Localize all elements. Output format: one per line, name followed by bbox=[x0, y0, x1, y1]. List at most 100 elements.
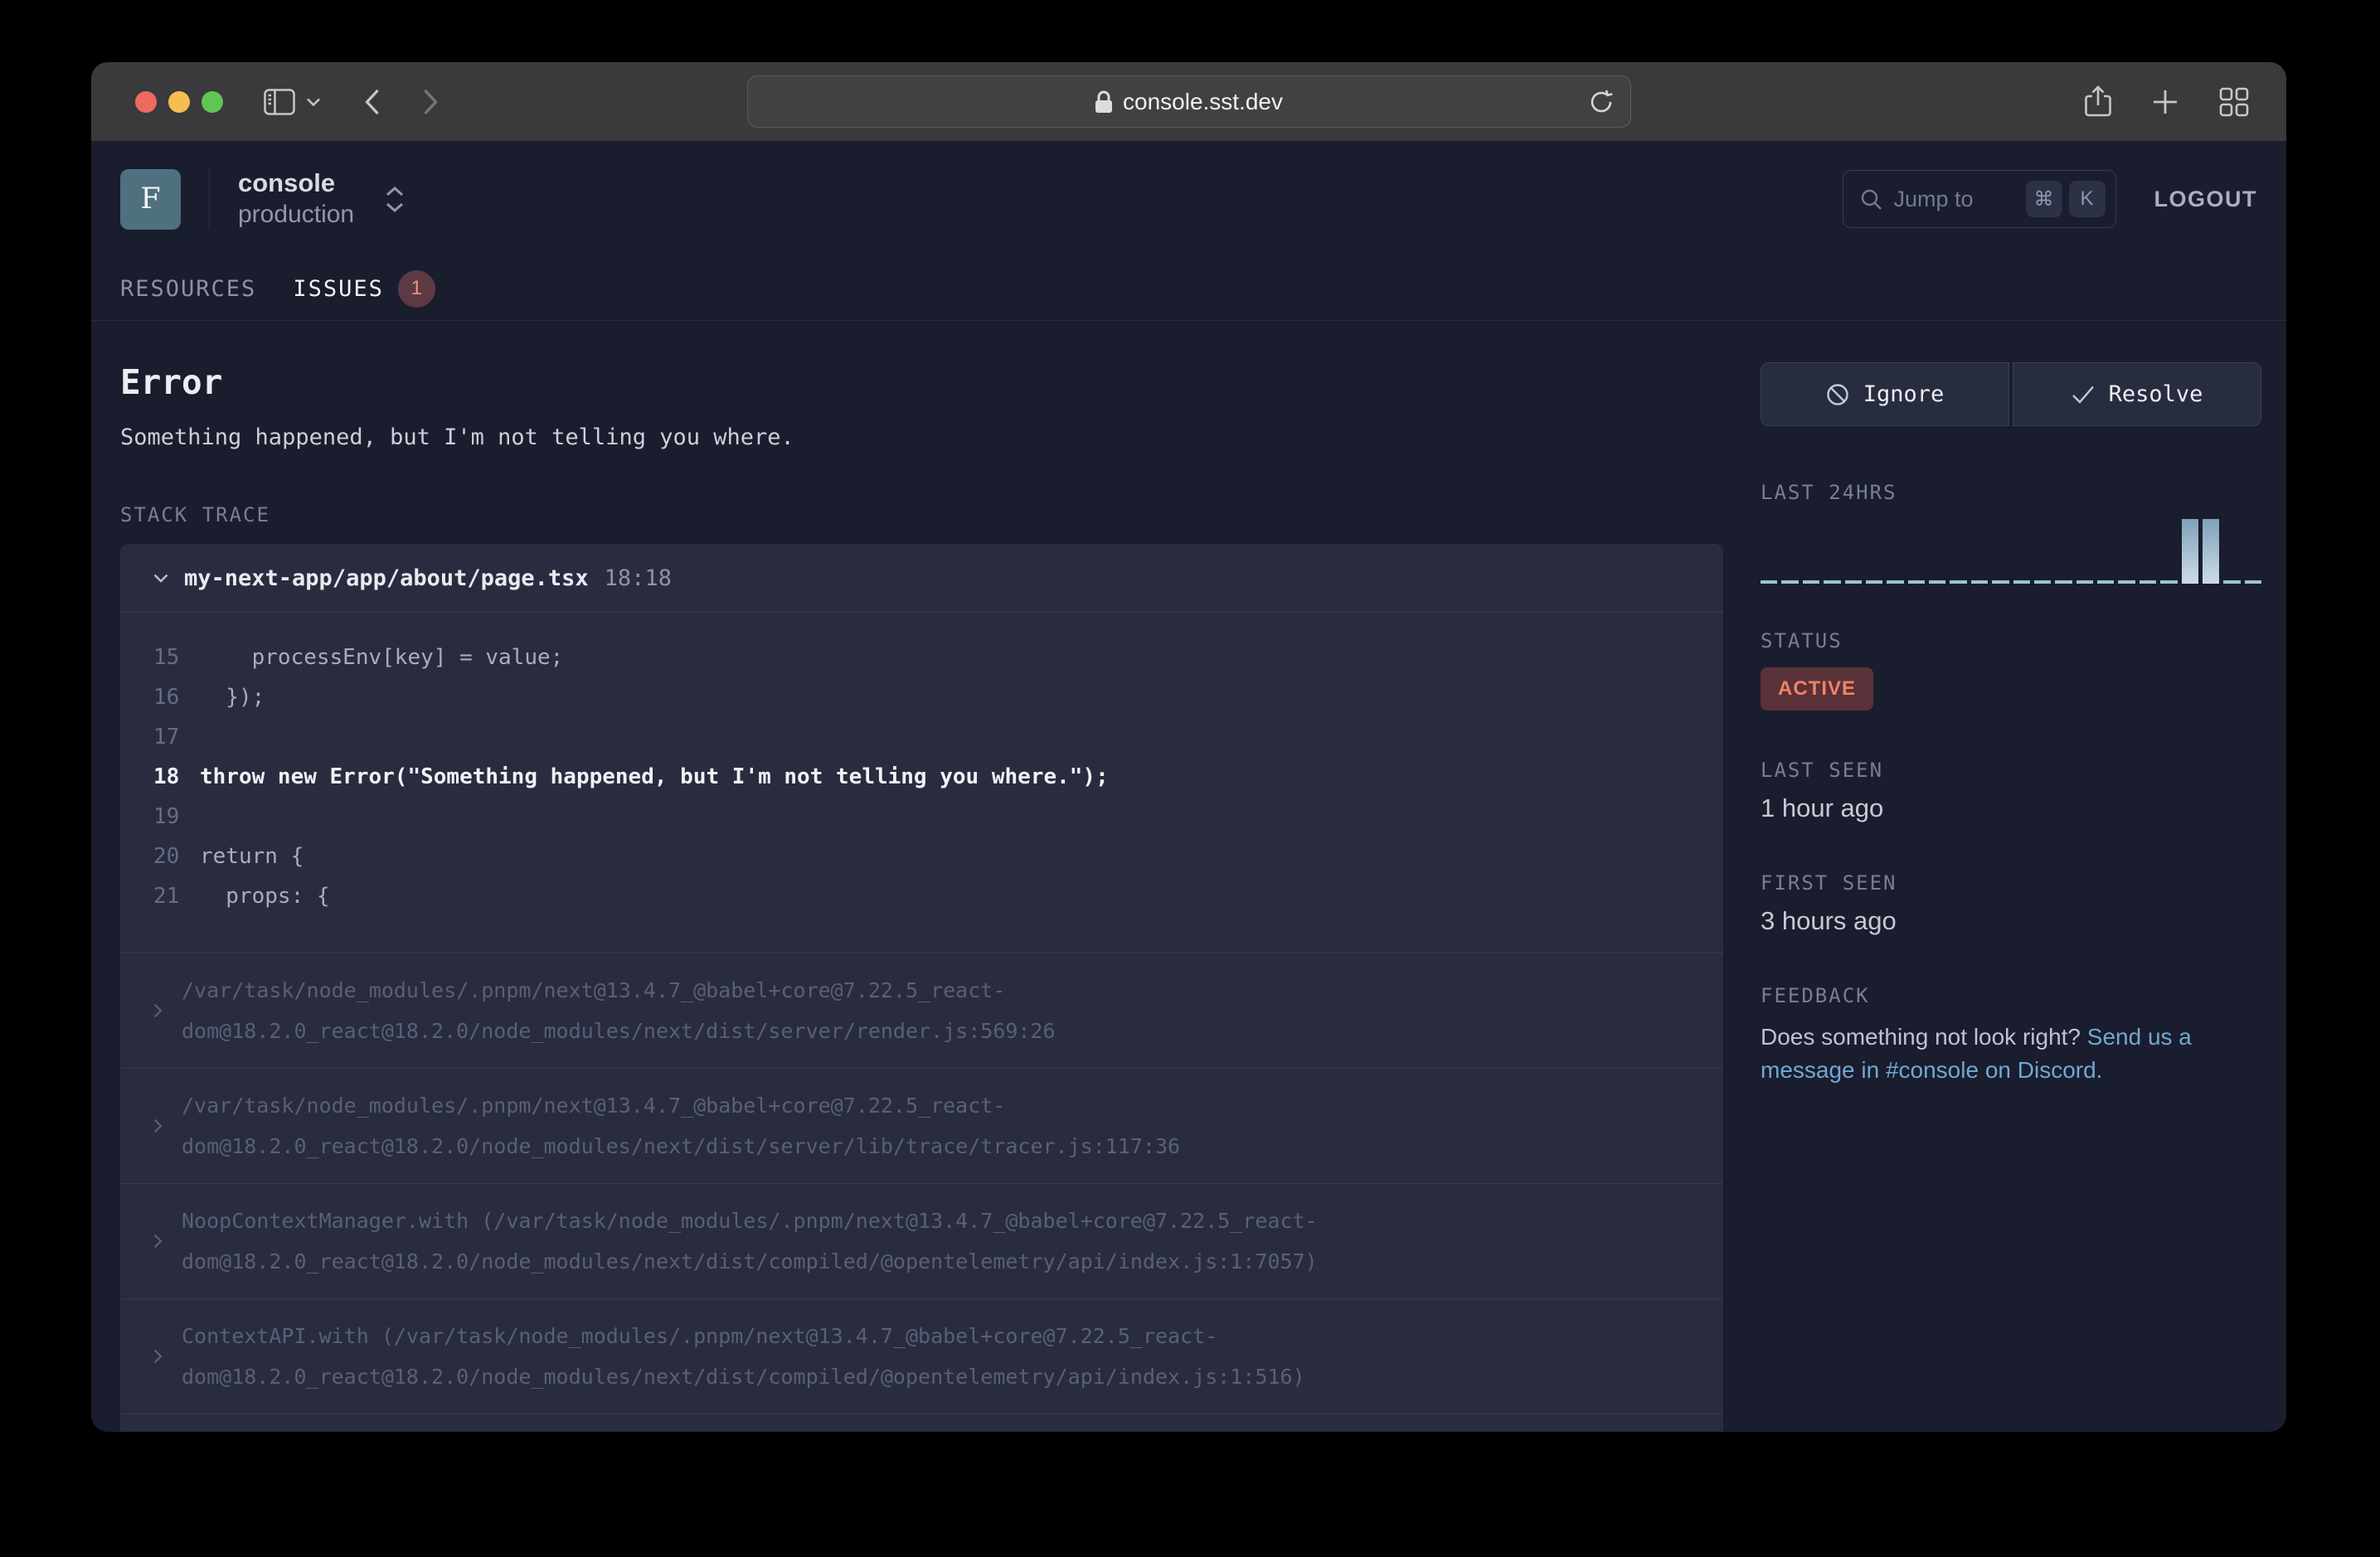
search-placeholder: Jump to bbox=[1894, 187, 2019, 212]
chevron-right-icon bbox=[153, 970, 182, 1051]
jump-to-search[interactable]: Jump to ⌘ K bbox=[1843, 170, 2116, 228]
kbd-cmd: ⌘ bbox=[2026, 181, 2062, 217]
chevron-right-icon bbox=[153, 1200, 182, 1282]
first-seen-value: 3 hours ago bbox=[1761, 906, 2261, 936]
chart-bar-zero bbox=[2118, 580, 2135, 584]
code-text: throw new Error("Something happened, but… bbox=[200, 757, 1109, 797]
close-window-button[interactable] bbox=[135, 91, 157, 113]
code-line: 17 bbox=[120, 717, 1723, 757]
tab-bar: RESOURCES ISSUES 1 bbox=[91, 257, 2286, 321]
chart-bar-zero bbox=[1803, 580, 1819, 584]
frame-path-text: NoopContextManager.with (/var/task/node_… bbox=[182, 1200, 1665, 1282]
lock-icon bbox=[1095, 90, 1113, 114]
kbd-k: K bbox=[2069, 181, 2106, 217]
logout-button[interactable]: LOGOUT bbox=[2154, 187, 2258, 212]
line-number: 17 bbox=[120, 717, 200, 757]
code-text: processEnv[key] = value; bbox=[200, 638, 563, 677]
search-icon bbox=[1860, 188, 1882, 211]
resolve-button[interactable]: Resolve bbox=[2013, 362, 2261, 426]
frame-path-text: /var/task/node_modules/.pnpm/next@13.4.7… bbox=[182, 1085, 1665, 1167]
minimize-window-button[interactable] bbox=[168, 91, 190, 113]
reload-icon[interactable] bbox=[1589, 89, 1614, 115]
chevron-down-icon bbox=[153, 574, 168, 583]
stage-switcher-icon[interactable] bbox=[386, 187, 404, 212]
chart-bar-zero bbox=[1866, 580, 1882, 584]
chart-bar-zero bbox=[1950, 580, 1966, 584]
first-seen-label: FIRST SEEN bbox=[1761, 871, 2261, 895]
zoom-window-button[interactable] bbox=[202, 91, 223, 113]
code-line: 16 }); bbox=[120, 677, 1723, 717]
app-name: console bbox=[238, 167, 354, 199]
url-bar[interactable]: console.sst.dev bbox=[747, 75, 1631, 128]
chart-bar-zero bbox=[1908, 580, 1925, 584]
frame-location: 18:18 bbox=[605, 565, 672, 591]
traffic-lights bbox=[135, 91, 223, 113]
sidebar-toggle-icon[interactable] bbox=[264, 89, 295, 115]
collapsed-stack-frame[interactable]: NoopTracer.startActiveSpan (/var/task/no… bbox=[120, 1414, 1723, 1432]
issue-detail: Error Something happened, but I'm not te… bbox=[120, 362, 1723, 1432]
chart-bar-zero bbox=[1845, 580, 1862, 584]
feedback-text: Does something not look right? Send us a… bbox=[1761, 1021, 2261, 1087]
line-number: 19 bbox=[120, 797, 200, 837]
chart-bar-zero bbox=[2076, 580, 2093, 584]
issue-message: Something happened, but I'm not telling … bbox=[120, 424, 1723, 450]
chart-bar-zero bbox=[2245, 580, 2261, 584]
status-label: STATUS bbox=[1761, 629, 2261, 652]
last-24hrs-label: LAST 24HRS bbox=[1761, 481, 2261, 504]
line-number: 20 bbox=[120, 837, 200, 876]
code-line: 20return { bbox=[120, 837, 1723, 876]
chart-bar-zero bbox=[1761, 580, 1777, 584]
ban-icon bbox=[1826, 383, 1849, 406]
check-icon bbox=[2072, 385, 2095, 405]
chart-bar-zero bbox=[2223, 580, 2240, 584]
collapsed-stack-frame[interactable]: NoopContextManager.with (/var/task/node_… bbox=[120, 1183, 1723, 1298]
frame-path-text: ContextAPI.with (/var/task/node_modules/… bbox=[182, 1316, 1665, 1397]
line-number: 16 bbox=[120, 677, 200, 717]
chart-bar-zero bbox=[1781, 580, 1798, 584]
chart-bar-zero bbox=[2055, 580, 2072, 584]
share-icon[interactable] bbox=[2085, 85, 2111, 119]
workspace-titles[interactable]: console production bbox=[238, 167, 354, 230]
new-tab-icon[interactable] bbox=[2151, 88, 2179, 116]
line-number: 21 bbox=[120, 876, 200, 916]
last-24hrs-chart bbox=[1761, 517, 2261, 584]
forward-icon[interactable] bbox=[423, 89, 438, 115]
collapsed-stack-frame[interactable]: /var/task/node_modules/.pnpm/next@13.4.7… bbox=[120, 1068, 1723, 1183]
url-text: console.sst.dev bbox=[1123, 89, 1283, 115]
status-badge: ACTIVE bbox=[1761, 667, 1873, 711]
code-line: 19 bbox=[120, 797, 1723, 837]
chart-bar-zero bbox=[2034, 580, 2051, 584]
last-seen-value: 1 hour ago bbox=[1761, 793, 2261, 823]
code-text: props: { bbox=[200, 876, 330, 916]
tab-issues[interactable]: ISSUES 1 bbox=[293, 270, 435, 308]
header-divider bbox=[209, 168, 210, 230]
ignore-button[interactable]: Ignore bbox=[1761, 362, 2009, 426]
chart-bar-high bbox=[2203, 519, 2219, 584]
chart-bar-zero bbox=[1971, 580, 1988, 584]
tab-overview-icon[interactable] bbox=[2219, 87, 2249, 117]
issue-title: Error bbox=[120, 362, 1723, 402]
chevron-right-icon bbox=[153, 1316, 182, 1397]
chart-bar-zero bbox=[2097, 580, 2114, 584]
stack-frame-header[interactable]: my-next-app/app/about/page.tsx 18:18 bbox=[120, 544, 1723, 613]
app-header: F console production Jump to ⌘ K LOGOUT bbox=[91, 141, 2286, 257]
toolbar-right-icons bbox=[2085, 85, 2249, 119]
chevron-right-icon bbox=[153, 1431, 182, 1432]
workspace-avatar[interactable]: F bbox=[120, 169, 181, 230]
code-line: 21 props: { bbox=[120, 876, 1723, 916]
toolbar-chevron-down-icon[interactable] bbox=[307, 98, 320, 106]
chart-bar-zero bbox=[2013, 580, 2030, 584]
issues-count-badge: 1 bbox=[398, 270, 435, 308]
tab-resources[interactable]: RESOURCES bbox=[120, 276, 256, 302]
chart-bar-zero bbox=[1824, 580, 1840, 584]
collapsed-stack-frame[interactable]: /var/task/node_modules/.pnpm/next@13.4.7… bbox=[120, 953, 1723, 1068]
stack-trace-panel: my-next-app/app/about/page.tsx 18:18 15 … bbox=[120, 544, 1723, 1432]
chart-bar-zero bbox=[1992, 580, 2008, 584]
back-icon[interactable] bbox=[365, 89, 380, 115]
code-text: return { bbox=[200, 837, 304, 876]
chart-bar-zero bbox=[1929, 580, 1945, 584]
collapsed-stack-frame[interactable]: ContextAPI.with (/var/task/node_modules/… bbox=[120, 1298, 1723, 1414]
frame-path-text: NoopTracer.startActiveSpan (/var/task/no… bbox=[182, 1431, 1665, 1432]
issue-actions: Ignore Resolve bbox=[1761, 362, 2261, 426]
frame-file-path: my-next-app/app/about/page.tsx bbox=[184, 565, 589, 591]
